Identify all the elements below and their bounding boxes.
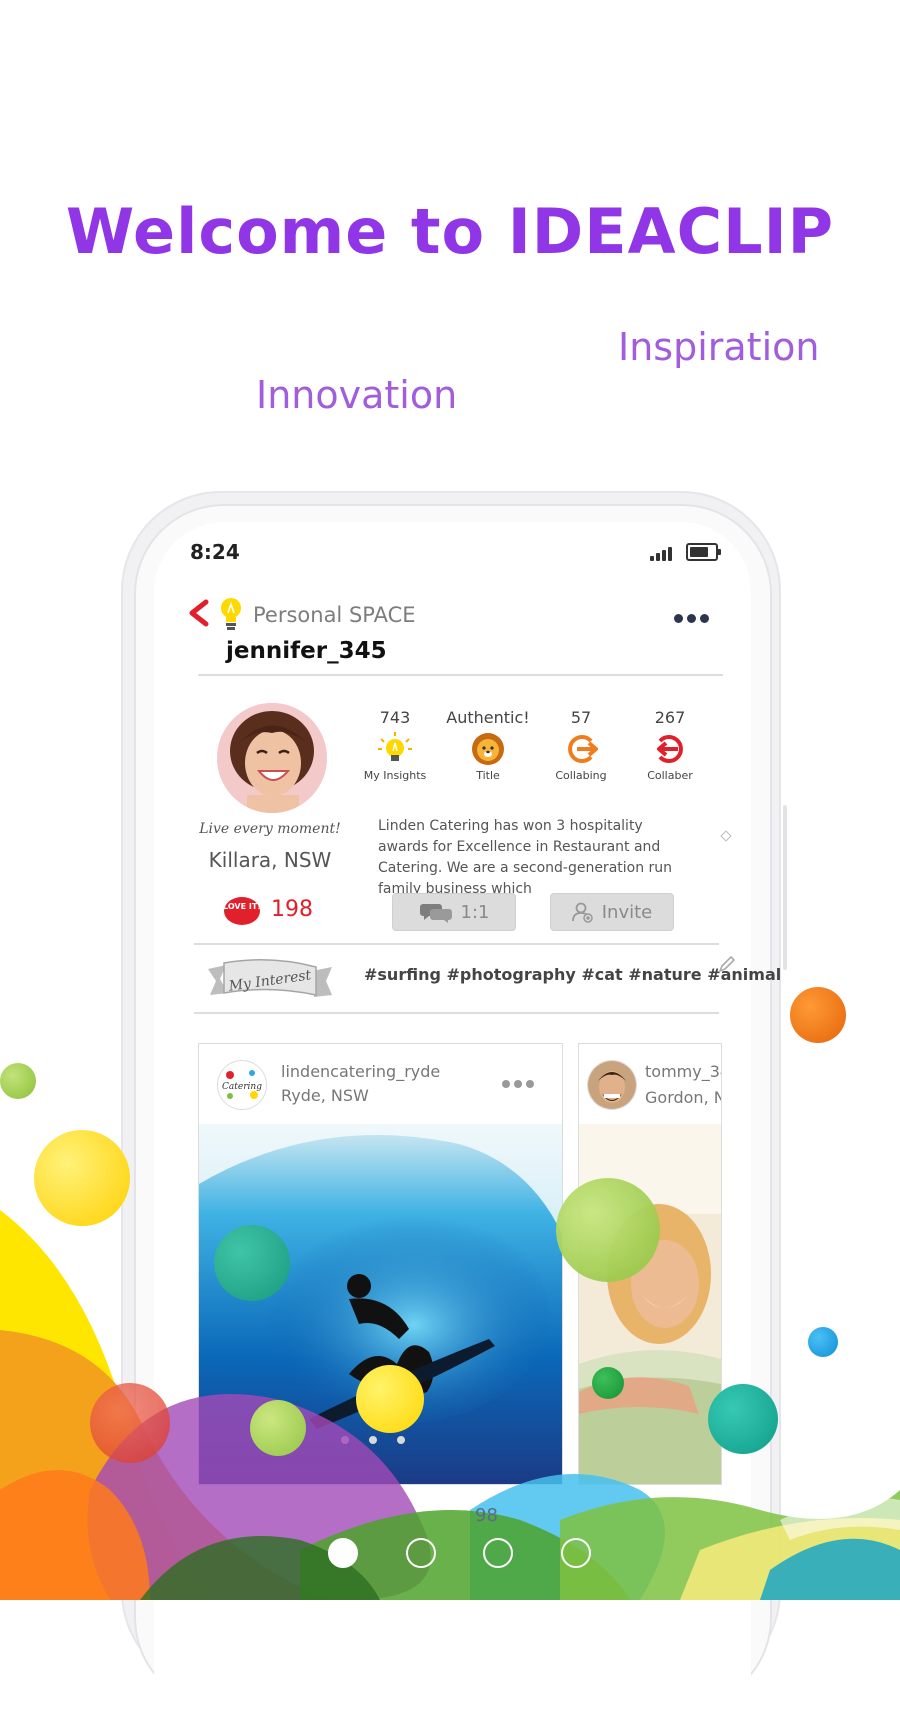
decorative-bubble	[34, 1130, 130, 1226]
profile-motto: Live every moment!	[199, 821, 341, 837]
lightbulb-icon	[378, 732, 412, 761]
onboarding-pager	[320, 1538, 600, 1578]
pager-dot-4[interactable]	[561, 1538, 591, 1568]
invite-button-label: Invite	[601, 901, 653, 923]
card-username[interactable]: tommy_34	[645, 1062, 721, 1081]
collabing-icon	[568, 735, 598, 763]
pager-dot-1[interactable]	[328, 1538, 358, 1568]
profile-divider	[194, 943, 719, 945]
add-user-icon	[571, 902, 593, 923]
lion-icon	[472, 733, 504, 765]
profile-avatar[interactable]	[217, 703, 327, 813]
header-divider	[198, 674, 723, 676]
tag-innovation: Innovation	[256, 373, 458, 417]
page-title: Personal SPACE	[253, 603, 416, 627]
stat-label: Collaber	[647, 769, 693, 782]
my-interest-banner: My Interest	[208, 959, 332, 997]
decorative-bubble	[790, 987, 846, 1043]
chat-1to1-button[interactable]: 1:1	[392, 893, 516, 931]
card-avatar[interactable]	[587, 1060, 637, 1110]
interest-divider	[194, 1012, 719, 1014]
profile-bio: Linden Catering has won 3 hospitality aw…	[378, 818, 673, 897]
chat-button-label: 1:1	[460, 901, 490, 923]
card-username[interactable]: lindencatering_ryde	[281, 1062, 440, 1081]
phone-side-button	[783, 805, 787, 970]
back-arrow-icon[interactable]	[186, 598, 212, 628]
card-more-icon[interactable]	[502, 1080, 538, 1090]
collaber-icon	[657, 735, 683, 763]
decorative-bubble	[214, 1225, 290, 1301]
invite-button[interactable]: Invite	[550, 893, 674, 931]
stat-title[interactable]: Authentic! Title	[445, 708, 531, 782]
pager-dot-2[interactable]	[406, 1538, 436, 1568]
stat-value: 743	[379, 708, 411, 727]
stat-collabing[interactable]: 57 Collabing	[538, 708, 624, 782]
decorative-bubble	[708, 1384, 778, 1454]
love-count: 198	[271, 897, 313, 922]
stat-collaber[interactable]: 267 Collaber	[627, 708, 713, 782]
love-it-badge-text: LOVE IT!	[223, 902, 261, 911]
profile-location: Killara, NSW	[208, 848, 332, 872]
card-location: Gordon, N	[645, 1088, 722, 1107]
stat-insights[interactable]: 743 My Insights	[352, 708, 438, 782]
lightbulb-logo-icon	[221, 598, 241, 630]
pager-dot-3[interactable]	[483, 1538, 513, 1568]
stat-value: 267	[654, 708, 686, 727]
card-love-count: 98	[475, 1505, 498, 1526]
signal-icon	[650, 545, 674, 561]
stat-value: Authentic!	[446, 708, 530, 727]
decorative-bubble	[90, 1383, 170, 1463]
card-avatar-text: Catering	[222, 1082, 262, 1092]
decorative-bubble	[0, 1063, 36, 1099]
battery-icon	[686, 543, 721, 561]
profile-username: jennifer_345	[226, 638, 387, 664]
decorative-bubble	[556, 1178, 660, 1282]
stat-value: 57	[570, 708, 592, 727]
status-time: 8:24	[190, 540, 240, 564]
tag-inspiration: Inspiration	[618, 325, 820, 369]
stat-label: My Insights	[363, 769, 427, 782]
love-it-icon[interactable]: LOVE IT!	[223, 895, 261, 927]
chat-bubble-icon	[419, 904, 452, 923]
decorative-bubble	[250, 1400, 306, 1456]
decorative-bubble	[356, 1365, 424, 1433]
edit-pencil-icon[interactable]	[718, 955, 736, 973]
headline: Welcome to IDEACLIP	[65, 195, 835, 268]
decorative-bubble	[808, 1327, 838, 1357]
more-options-icon[interactable]	[674, 614, 710, 626]
decorative-bubble	[592, 1367, 624, 1399]
card-avatar[interactable]: Catering	[217, 1060, 267, 1110]
stat-label: Collabing	[555, 769, 607, 782]
card-location: Ryde, NSW	[281, 1086, 369, 1105]
stat-label: Title	[476, 769, 500, 782]
